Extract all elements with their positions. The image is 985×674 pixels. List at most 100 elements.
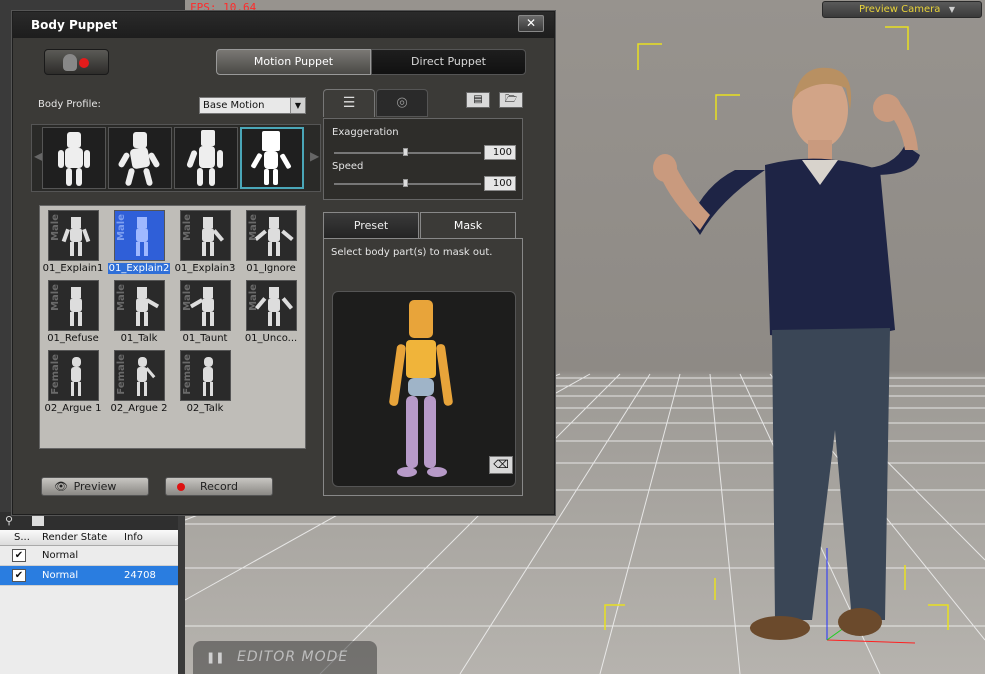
record-puppet-button[interactable] [44,49,109,75]
gender-label: Female [116,354,127,395]
tab-mouse[interactable]: ◎ [376,89,428,117]
record-dot-icon [79,58,89,68]
gender-label: Male [50,284,61,311]
speed-slider-handle[interactable] [403,179,408,187]
gender-label: Male [116,214,127,241]
motion-label[interactable]: 02_Argue 1 [42,403,104,414]
mouse-icon: ◎ [396,95,408,110]
visibility-checkbox[interactable]: ✔ [12,549,26,562]
camera-label: Preview Camera [859,4,941,15]
open-folder-button[interactable]: 🗁 [499,92,523,108]
eraser-button[interactable]: ⌫ [489,456,513,474]
motion-label[interactable]: 02_Talk [174,403,236,414]
exaggeration-slider-handle[interactable] [403,148,408,156]
motion-thumb[interactable]: Male [246,210,297,261]
mask-right-leg [424,396,436,468]
dialog-title: Body Puppet [13,12,554,38]
motion-thumb[interactable]: Male [180,280,231,331]
chevron-right-icon[interactable]: ▶ [310,149,319,163]
search-icon[interactable]: ⚲ [5,514,13,527]
mask-left-foot [397,467,417,477]
render-state-cell: Normal [42,550,79,561]
exaggeration-value[interactable]: 100 [484,145,516,160]
motion-label-selected[interactable]: 01_Explain2 [108,263,170,274]
chevron-down-icon: ▼ [290,98,305,113]
mask-body-view[interactable]: ⌫ [332,291,516,487]
motion-label[interactable]: 01_Explain3 [174,263,236,274]
motion-thumb[interactable]: Female [114,350,165,401]
render-state-cell: Normal [42,570,79,581]
mask-left-arm [389,344,406,406]
tab-preset[interactable]: Preset [323,212,419,239]
mask-left-leg [406,396,418,468]
mask-hips [408,378,434,396]
motion-thumb[interactable]: Male [48,210,99,261]
gender-label: Male [182,214,193,241]
folder-icon: 🗁 [504,94,518,105]
gender-label: Male [182,284,193,311]
eraser-icon: ⌫ [493,458,509,471]
motion-thumb[interactable]: Female [48,350,99,401]
column-info[interactable]: Info [124,532,143,543]
gender-label: Male [50,214,61,241]
pause-icon[interactable]: ❚❚ [206,651,224,664]
tab-direct-puppet[interactable]: Direct Puppet [371,49,526,75]
preview-label: Preview [73,480,117,493]
motion-library: Male Male Male Male 01_Explain1 01_Expla… [39,205,306,449]
character-model[interactable] [653,67,920,640]
body-profile-value: Base Motion [203,100,265,111]
gender-label: Female [50,354,61,395]
body-profile-select[interactable]: Base Motion ▼ [199,97,306,114]
close-button[interactable]: ✕ [518,15,544,32]
motion-label[interactable]: 01_Ignore [240,263,302,274]
mask-torso [406,340,436,378]
info-cell: 24708 [124,570,156,581]
profile-thumb-selected[interactable] [240,127,304,189]
gender-label: Female [182,354,193,395]
save-icon: ▤ [473,94,483,105]
save-preset-button[interactable]: ▤ [466,92,490,108]
table-row[interactable]: ✔ Normal [0,546,178,566]
chevron-down-icon: ▼ [948,5,955,14]
record-button[interactable]: Record [165,477,273,496]
preview-button[interactable]: 👁 Preview [41,477,149,496]
table-row[interactable]: ✔ Normal 24708 [0,566,178,586]
column-s[interactable]: S... [14,532,30,543]
mask-right-arm [436,344,453,406]
column-render-state[interactable]: Render State [42,532,107,543]
profile-thumb[interactable] [42,127,106,189]
mask-hint: Select body part(s) to mask out. [331,247,493,258]
speed-value[interactable]: 100 [484,176,516,191]
motion-thumb-selected[interactable]: Male [114,210,165,261]
motion-thumb[interactable]: Male [48,280,99,331]
motion-label[interactable]: 01_Explain1 [42,263,104,274]
mask-panel: Select body part(s) to mask out. ⌫ [323,238,523,496]
visibility-checkbox[interactable]: ✔ [12,569,26,582]
motion-thumb[interactable]: Male [180,210,231,261]
sliders-panel: Exaggeration 100 Speed 100 [323,118,523,200]
motion-label[interactable]: 02_Argue 2 [108,403,170,414]
speed-label: Speed [332,161,364,172]
motion-label[interactable]: 01_Taunt [174,333,236,344]
tab-mask[interactable]: Mask [420,212,516,239]
motion-label[interactable]: 01_Refuse [42,333,104,344]
mask-right-foot [427,467,447,477]
exaggeration-label: Exaggeration [332,127,399,138]
face-icon [63,54,77,71]
editor-mode-bar[interactable]: ❚❚ EDITOR MODE [193,641,377,674]
layer-icon[interactable] [32,514,44,526]
scene-table-header: S... Render State Info [0,530,178,546]
tab-motion-puppet[interactable]: Motion Puppet [216,49,371,75]
motion-label[interactable]: 01_Unco... [240,333,302,344]
camera-selector[interactable]: Preview Camera ▼ [822,1,982,18]
profile-thumb[interactable] [174,127,238,189]
profile-thumb[interactable] [108,127,172,189]
motion-thumb[interactable]: Male [114,280,165,331]
profile-strip: ◀ ▶ [31,124,321,192]
motion-thumb[interactable]: Male [246,280,297,331]
motion-label[interactable]: 01_Talk [108,333,170,344]
tab-sliders[interactable]: ☰ [323,89,375,117]
mask-head [409,300,433,338]
editor-mode-label: EDITOR MODE [237,649,349,665]
motion-thumb[interactable]: Female [180,350,231,401]
